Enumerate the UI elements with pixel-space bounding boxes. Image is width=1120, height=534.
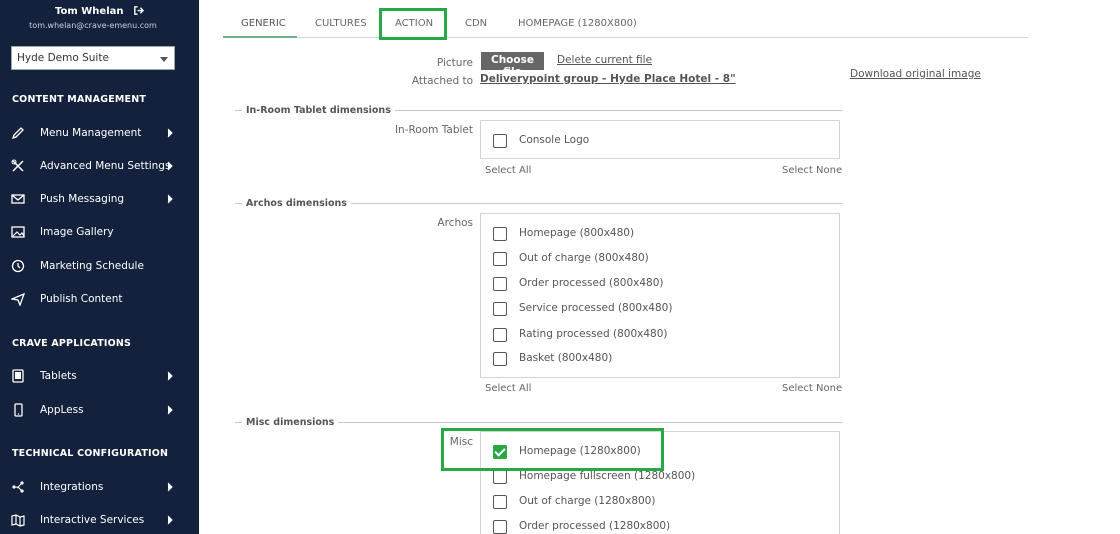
- inroom-options-panel: Console Logo: [480, 120, 840, 159]
- choose-file-button[interactable]: Choose file: [481, 52, 544, 78]
- sidebar-item-label: Image Gallery: [40, 226, 114, 238]
- user-name: Tom Whelan: [55, 6, 124, 17]
- checkbox-checked[interactable]: [493, 445, 507, 459]
- sidebar-item-advanced-menu-settings[interactable]: Advanced Menu Settings: [0, 156, 199, 178]
- suite-select-value: Hyde Demo Suite: [17, 52, 109, 64]
- checkbox[interactable]: [493, 470, 507, 484]
- checkbox-label: Basket (800x480): [519, 352, 613, 364]
- checkbox-label: Out of charge (1280x800): [519, 495, 656, 507]
- sidebar-item-publish-content[interactable]: Publish Content: [0, 289, 199, 311]
- checkbox-label: Service processed (800x480): [519, 302, 673, 314]
- caret-down-icon: [160, 57, 168, 62]
- section-technical-configuration: TECHNICAL CONFIGURATION: [12, 448, 169, 459]
- archos-options-panel: Homepage (800x480) Out of charge (800x48…: [480, 213, 840, 378]
- sidebar-item-integrations[interactable]: Integrations: [0, 477, 199, 499]
- sidebar-item-label: Publish Content: [40, 293, 123, 305]
- misc-options-panel: Homepage (1280x800) Homepage fullscreen …: [480, 431, 840, 534]
- suite-select[interactable]: Hyde Demo Suite: [11, 46, 175, 70]
- checkbox-label: Console Logo: [519, 134, 590, 146]
- tools-icon: [11, 159, 24, 172]
- checkbox[interactable]: [493, 227, 507, 241]
- tab-cultures[interactable]: CULTURES: [315, 18, 367, 29]
- checkbox[interactable]: [493, 352, 507, 366]
- logout-icon[interactable]: [133, 5, 145, 19]
- download-original-image-link[interactable]: Download original image: [850, 68, 981, 80]
- chevron-right-icon: [167, 371, 173, 381]
- archos-label: Archos: [437, 217, 473, 229]
- chevron-right-icon: [167, 405, 173, 415]
- tablet-icon: [12, 369, 24, 383]
- chevron-right-icon: [167, 161, 173, 171]
- sidebar-item-label: Marketing Schedule: [40, 260, 144, 272]
- chevron-right-icon: [167, 482, 173, 492]
- inroom-section-title: In-Room Tablet dimensions: [242, 105, 395, 116]
- attached-to-label: Attached to: [411, 75, 473, 87]
- network-icon: [12, 481, 24, 493]
- chevron-right-icon: [167, 128, 173, 138]
- checkbox[interactable]: [493, 302, 507, 316]
- sidebar-item-tablets[interactable]: Tablets: [0, 366, 199, 388]
- user-header: Tom Whelan: [0, 5, 199, 19]
- tab-homepage[interactable]: HOMEPAGE (1280X800): [518, 18, 637, 29]
- picture-label: Picture: [436, 57, 473, 69]
- main-panel: GENERIC CULTURES ACTION CDN HOMEPAGE (12…: [213, 0, 1120, 534]
- checkbox[interactable]: [493, 495, 507, 509]
- sidebar-item-label: Advanced Menu Settings: [40, 160, 171, 172]
- archos-select-all[interactable]: Select All: [485, 383, 531, 394]
- pencil-icon: [11, 127, 24, 140]
- chevron-right-icon: [167, 515, 173, 525]
- inroom-label: In-Room Tablet: [394, 124, 473, 136]
- tab-cdn[interactable]: CDN: [465, 18, 487, 29]
- sidebar-item-push-messaging[interactable]: Push Messaging: [0, 189, 199, 211]
- sidebar-item-label: Menu Management: [40, 127, 142, 139]
- tab-generic[interactable]: GENERIC: [241, 18, 286, 29]
- checkbox-label: Out of charge (800x480): [519, 252, 649, 264]
- inroom-select-none[interactable]: Select None: [782, 165, 842, 176]
- section-content-management: CONTENT MANAGEMENT: [12, 94, 147, 105]
- attached-to-link[interactable]: Deliverypoint group - Hyde Place Hotel -…: [480, 73, 736, 85]
- checkbox-label: Homepage fullscreen (1280x800): [519, 470, 696, 482]
- checkbox-label: Order processed (800x480): [519, 277, 664, 289]
- checkbox-label: Rating processed (800x480): [519, 328, 668, 340]
- checkbox-label: Homepage (800x480): [519, 227, 635, 239]
- section-crave-applications: CRAVE APPLICATIONS: [12, 338, 132, 349]
- inroom-select-all[interactable]: Select All: [485, 165, 531, 176]
- archos-select-none[interactable]: Select None: [782, 383, 842, 394]
- sidebar-item-label: Push Messaging: [40, 193, 125, 205]
- sidebar-item-image-gallery[interactable]: Image Gallery: [0, 222, 199, 244]
- sidebar-item-label: Tablets: [40, 370, 77, 382]
- checkbox-label: Order processed (1280x800): [519, 520, 671, 532]
- checkbox[interactable]: [493, 134, 507, 148]
- sidebar-item-menu-management[interactable]: Menu Management: [0, 123, 199, 145]
- misc-section-title: Misc dimensions: [242, 417, 339, 428]
- sidebar-item-appless[interactable]: AppLess: [0, 400, 199, 422]
- sidebar-item-interactive-services[interactable]: Interactive Services: [0, 510, 199, 532]
- misc-label: Misc: [449, 436, 473, 448]
- tab-action[interactable]: ACTION: [395, 18, 433, 29]
- checkbox[interactable]: [493, 252, 507, 266]
- checkbox[interactable]: [493, 277, 507, 291]
- sidebar-item-label: Interactive Services: [40, 514, 145, 526]
- sidebar-item-label: Integrations: [40, 481, 104, 493]
- envelope-icon: [11, 194, 25, 204]
- delete-current-file-link[interactable]: Delete current file: [557, 54, 652, 66]
- sidebar-item-label: AppLess: [40, 404, 84, 416]
- clock-icon: [11, 259, 25, 273]
- sidebar-item-marketing-schedule[interactable]: Marketing Schedule: [0, 256, 199, 278]
- chevron-right-icon: [167, 194, 173, 204]
- checkbox[interactable]: [493, 520, 507, 534]
- sidebar: Tom Whelan tom.whelan@crave-emenu.com Hy…: [0, 0, 199, 534]
- paper-plane-icon: [11, 292, 25, 306]
- user-email: tom.whelan@crave-emenu.com: [29, 21, 157, 30]
- map-icon: [11, 514, 25, 527]
- active-tab-indicator: [223, 36, 297, 38]
- phone-icon: [14, 403, 23, 417]
- checkbox[interactable]: [493, 328, 507, 342]
- checkbox-label: Homepage (1280x800): [519, 445, 641, 457]
- image-icon: [11, 226, 25, 238]
- archos-section-title: Archos dimensions: [242, 198, 351, 209]
